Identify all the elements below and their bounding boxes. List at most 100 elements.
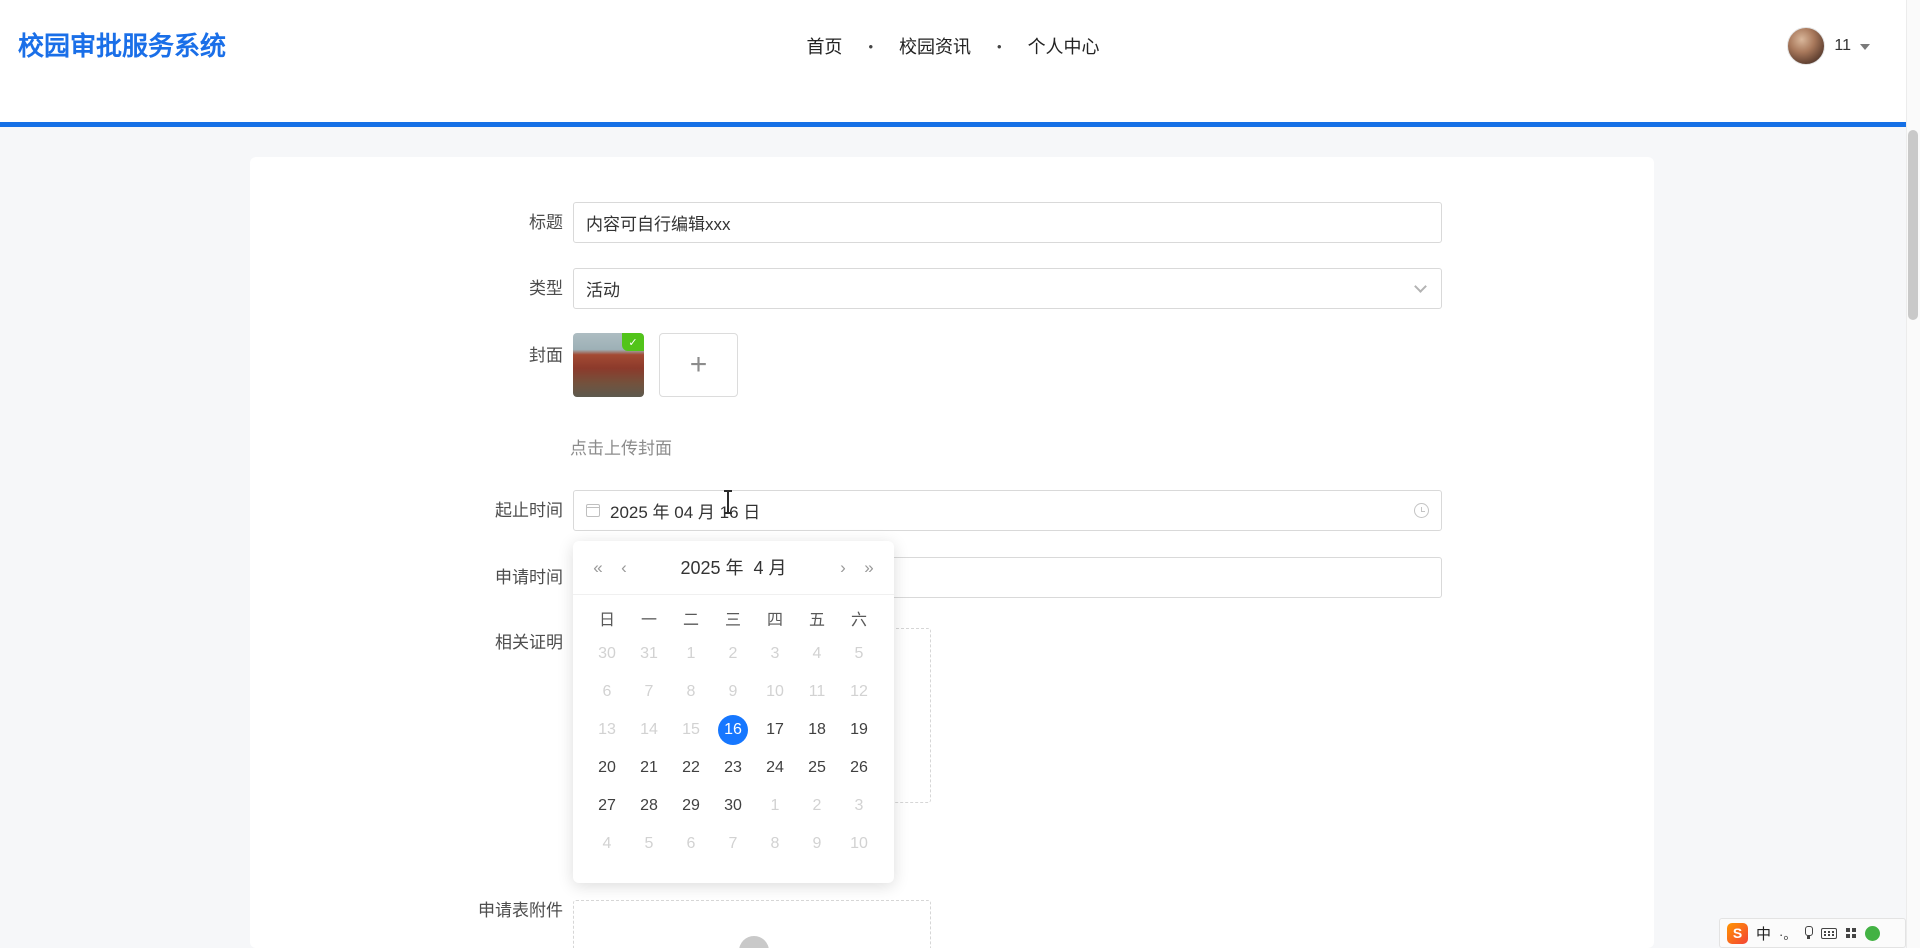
calendar-day: 10 xyxy=(838,825,880,863)
calendar-icon xyxy=(586,504,600,517)
calendar-day: 5 xyxy=(628,825,670,863)
calendar-day[interactable]: 25 xyxy=(796,749,838,787)
label-title: 标题 xyxy=(310,211,563,235)
page: 校园审批服务系统 首页 • 校园资讯 • 个人中心 11 标题 内容可自行编辑x… xyxy=(0,0,1920,948)
calendar-day: 14 xyxy=(628,711,670,749)
label-apply-time: 申请时间 xyxy=(310,566,563,590)
calendar-day[interactable]: 20 xyxy=(586,749,628,787)
calendar-day: 7 xyxy=(628,673,670,711)
title-input[interactable]: 内容可自行编辑xxx xyxy=(573,202,1442,243)
nav-separator-icon: • xyxy=(868,39,873,54)
calendar-weekday-row: 日一二三四五六 xyxy=(573,595,894,633)
cover-upload-hint: 点击上传封面 xyxy=(570,434,672,459)
calendar-weekday: 六 xyxy=(838,603,880,633)
user-menu[interactable]: 11 xyxy=(1787,0,1870,92)
title-input-value: 内容可自行编辑xxx xyxy=(586,210,731,235)
calendar-weekday: 一 xyxy=(628,603,670,633)
calendar-day[interactable]: 24 xyxy=(754,749,796,787)
caret-down-icon xyxy=(1860,44,1870,50)
calendar-day[interactable]: 30 xyxy=(712,787,754,825)
calendar-day: 4 xyxy=(586,825,628,863)
user-avatar[interactable] xyxy=(1787,27,1825,65)
calendar-day: 15 xyxy=(670,711,712,749)
calendar-day: 31 xyxy=(628,635,670,673)
next-year-button[interactable]: » xyxy=(858,541,880,595)
calendar-day[interactable]: 23 xyxy=(712,749,754,787)
clock-icon xyxy=(1414,503,1429,518)
date-picker-popup: « ‹ 2025 年 4 月 › » 日一二三四五六 3031123456789… xyxy=(573,541,894,883)
main-nav: 首页 • 校园资讯 • 个人中心 xyxy=(806,0,1099,92)
calendar-day: 5 xyxy=(838,635,880,673)
calendar-day: 12 xyxy=(838,673,880,711)
calendar-day: 3 xyxy=(754,635,796,673)
calendar-day: 7 xyxy=(712,825,754,863)
calendar-day: 8 xyxy=(754,825,796,863)
microphone-icon[interactable] xyxy=(1804,926,1813,940)
calendar-day: 4 xyxy=(796,635,838,673)
calendar-month-button[interactable]: 4 月 xyxy=(754,558,787,578)
keyboard-icon[interactable] xyxy=(1821,928,1837,939)
ime-toolbar: S 中 ·。 xyxy=(1719,918,1906,948)
calendar-day: 1 xyxy=(670,635,712,673)
label-attachment: 申请表附件 xyxy=(310,899,563,923)
calendar-day: 6 xyxy=(586,673,628,711)
chevron-down-icon xyxy=(1414,280,1427,293)
next-month-button[interactable]: › xyxy=(832,541,854,595)
calendar-day[interactable]: 27 xyxy=(586,787,628,825)
calendar-weekday: 日 xyxy=(586,603,628,633)
ime-language-mode[interactable]: 中 xyxy=(1756,923,1771,944)
nav-separator-icon: • xyxy=(997,39,1002,54)
ime-logo-icon[interactable]: S xyxy=(1727,923,1748,944)
calendar-weekday: 四 xyxy=(754,603,796,633)
calendar-year-button[interactable]: 2025 年 xyxy=(680,558,743,578)
calendar-weekday: 二 xyxy=(670,603,712,633)
emoji-icon[interactable] xyxy=(1865,926,1880,941)
nav-item-campus-news[interactable]: 校园资讯 xyxy=(899,33,971,59)
calendar-day: 1 xyxy=(754,787,796,825)
scrollbar-track xyxy=(1906,0,1920,948)
calendar-day: 2 xyxy=(712,635,754,673)
date-range-value: 2025 年 04 月 16 日 xyxy=(586,498,760,523)
calendar-header: « ‹ 2025 年 4 月 › » xyxy=(573,541,894,595)
type-select-value: 活动 xyxy=(586,276,620,301)
calendar-day[interactable]: 21 xyxy=(628,749,670,787)
calendar-day: 30 xyxy=(586,635,628,673)
calendar-day[interactable]: 16 xyxy=(712,711,754,749)
calendar-day: 8 xyxy=(670,673,712,711)
calendar-day[interactable]: 22 xyxy=(670,749,712,787)
upload-button[interactable] xyxy=(739,936,769,948)
calendar-day: 9 xyxy=(796,825,838,863)
add-cover-button[interactable]: + xyxy=(659,333,738,397)
calendar-day[interactable]: 28 xyxy=(628,787,670,825)
label-cover: 封面 xyxy=(310,344,563,368)
calendar-day: 10 xyxy=(754,673,796,711)
text-cursor-pointer xyxy=(727,492,729,512)
scrollbar-thumb[interactable] xyxy=(1908,130,1918,320)
nav-item-home[interactable]: 首页 xyxy=(806,33,842,59)
cover-thumbnail[interactable]: ✓ xyxy=(573,333,644,397)
type-select[interactable]: 活动 xyxy=(573,268,1442,309)
calendar-day[interactable]: 19 xyxy=(838,711,880,749)
calendar-day[interactable]: 26 xyxy=(838,749,880,787)
calendar-day[interactable]: 29 xyxy=(670,787,712,825)
calendar-day: 6 xyxy=(670,825,712,863)
calendar-weekday: 三 xyxy=(712,603,754,633)
calendar-day: 13 xyxy=(586,711,628,749)
nav-item-personal-center[interactable]: 个人中心 xyxy=(1028,33,1100,59)
calendar-weekday: 五 xyxy=(796,603,838,633)
label-date-range: 起止时间 xyxy=(310,499,563,523)
calendar-day[interactable]: 17 xyxy=(754,711,796,749)
date-range-input[interactable]: 2025 年 04 月 16 日 xyxy=(573,490,1442,531)
ime-punctuation-mode[interactable]: ·。 xyxy=(1779,924,1796,943)
form-card: 标题 内容可自行编辑xxx 类型 活动 封面 ✓ + 点击上传封面 起止时间 2… xyxy=(250,157,1654,948)
user-name: 11 xyxy=(1834,37,1851,55)
calendar-day: 3 xyxy=(838,787,880,825)
toolbox-grid-icon[interactable] xyxy=(1845,927,1857,939)
attachment-upload-area[interactable] xyxy=(573,900,931,948)
calendar-day[interactable]: 18 xyxy=(796,711,838,749)
calendar-grid: 3031123456789101112131415161718192021222… xyxy=(573,633,894,876)
label-type: 类型 xyxy=(310,277,563,301)
top-header: 校园审批服务系统 首页 • 校园资讯 • 个人中心 11 xyxy=(0,0,1906,92)
calendar-day: 2 xyxy=(796,787,838,825)
brand-title[interactable]: 校园审批服务系统 xyxy=(18,0,226,92)
